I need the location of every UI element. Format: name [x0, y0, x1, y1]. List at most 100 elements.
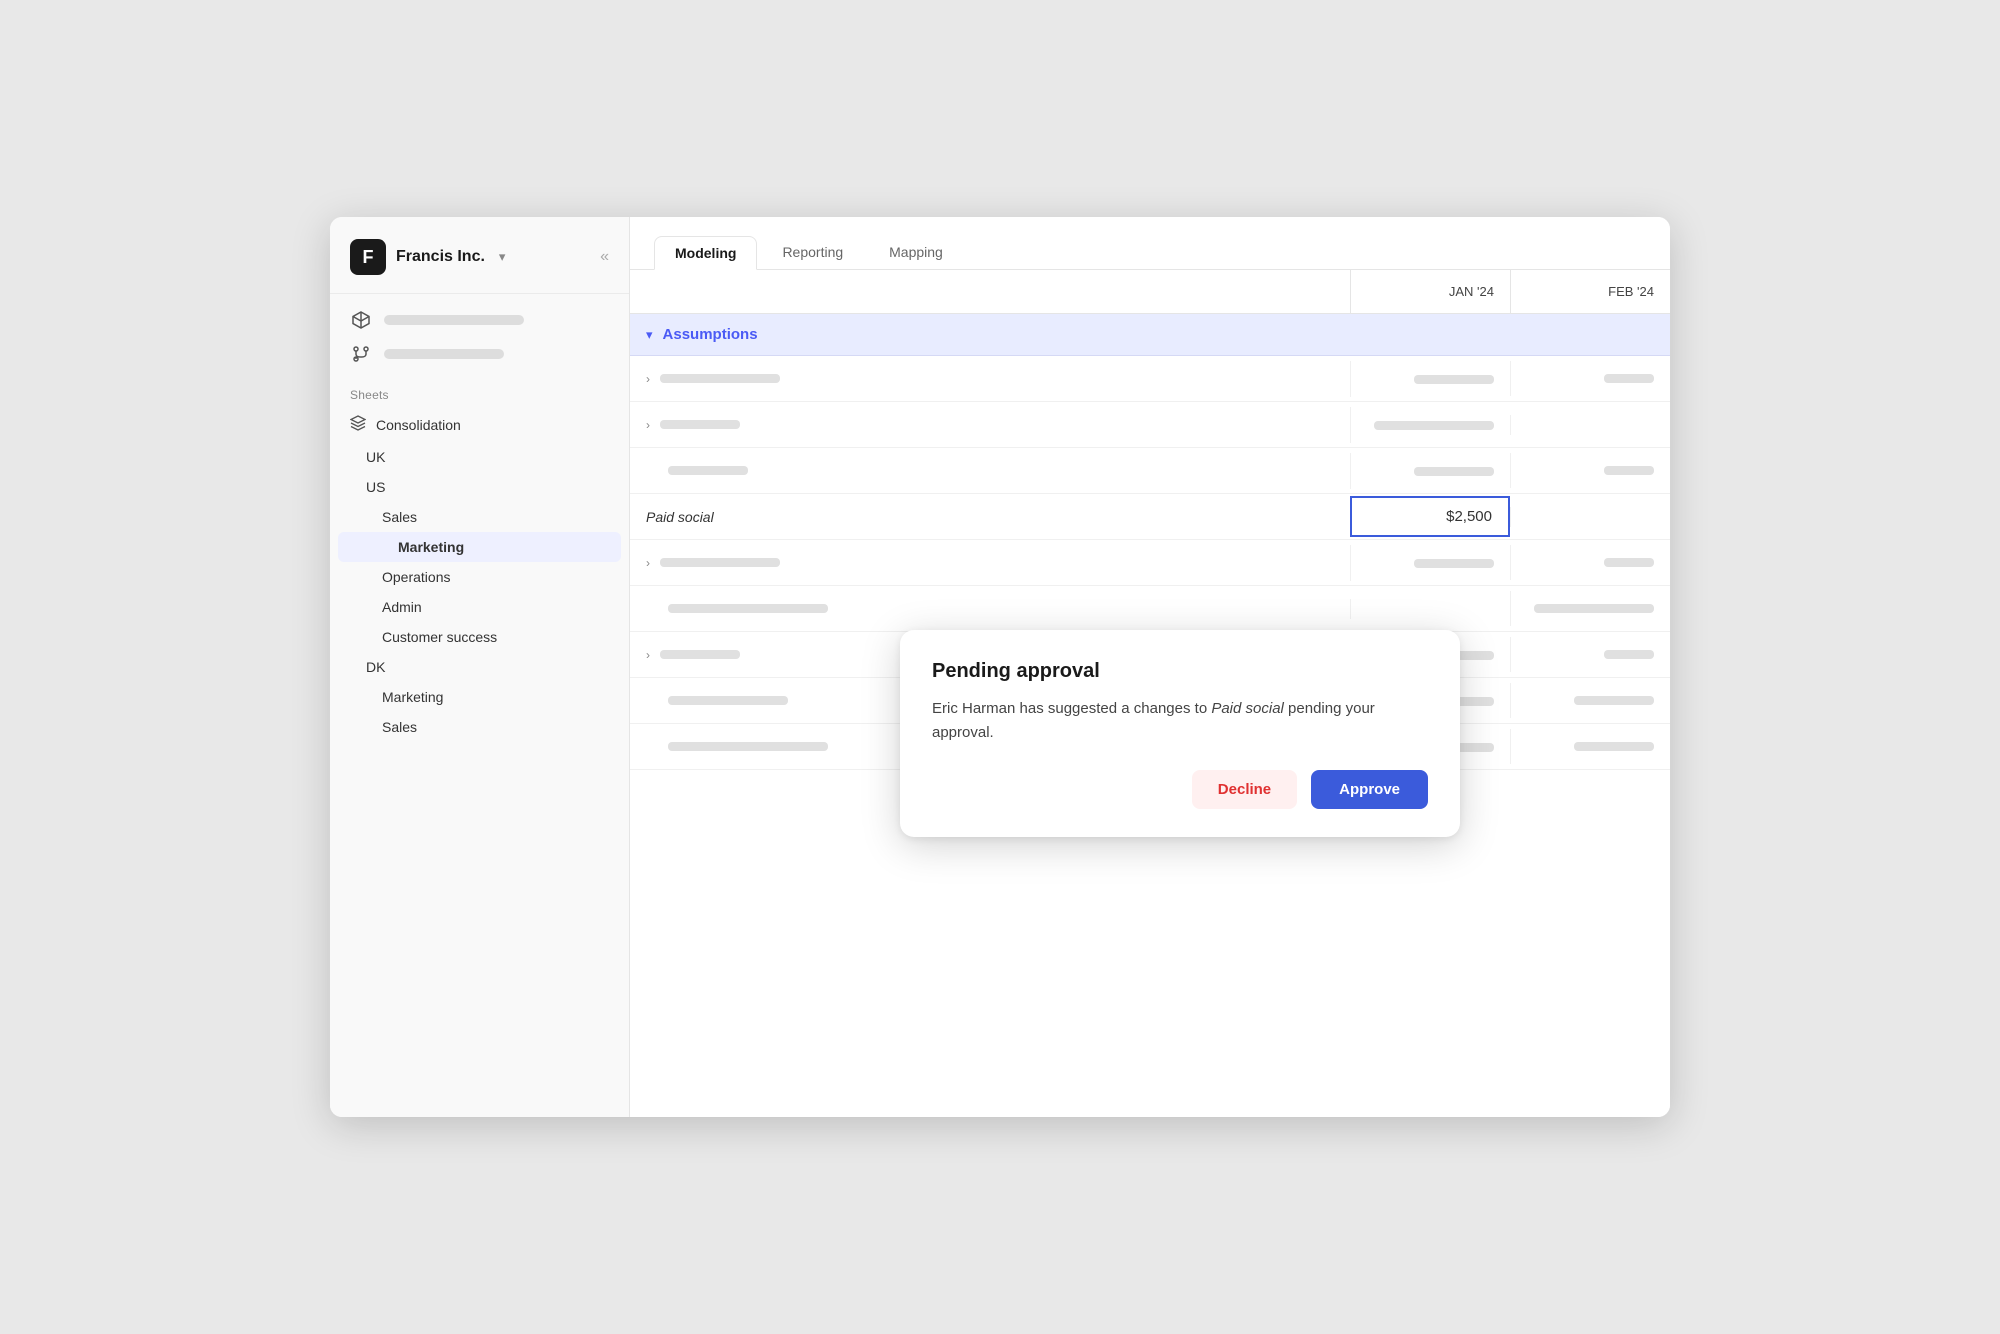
- marketing-dk-label: Marketing: [382, 689, 443, 705]
- row-expand-icon[interactable]: ›: [646, 556, 650, 570]
- value-skeleton-2: [1604, 466, 1654, 475]
- assumptions-chevron-icon: ▾: [646, 327, 653, 343]
- tab-reporting[interactable]: Reporting: [761, 235, 864, 269]
- assumptions-label: Assumptions: [663, 326, 758, 343]
- value-skeleton-2: [1604, 558, 1654, 567]
- nav-item-branch[interactable]: [350, 344, 609, 364]
- assumptions-row[interactable]: ▾ Assumptions: [630, 314, 1670, 356]
- col-header-label-cell: [630, 278, 1350, 306]
- nav-item-skeleton: [384, 315, 524, 325]
- row-value-jan: [1350, 545, 1510, 581]
- sidebar-item-uk[interactable]: UK: [330, 442, 629, 472]
- pending-approval-popup: Pending approval Eric Harman has suggest…: [900, 630, 1460, 837]
- nav-item-cube[interactable]: [350, 310, 609, 330]
- customer-success-label: Customer success: [382, 629, 497, 645]
- us-label: US: [366, 479, 385, 495]
- sidebar-item-consolidation[interactable]: Consolidation: [330, 408, 629, 442]
- row-value-feb: [1510, 683, 1670, 718]
- col-header-feb: FEB '24: [1510, 270, 1670, 313]
- popup-title: Pending approval: [932, 660, 1428, 683]
- row-label: ›: [630, 362, 1350, 396]
- sidebar-item-operations[interactable]: Operations: [330, 562, 629, 592]
- sidebar-item-sales-dk[interactable]: Sales: [330, 712, 629, 742]
- value-skeleton: [1374, 421, 1494, 430]
- row-value-feb: [1510, 361, 1670, 396]
- operations-label: Operations: [382, 569, 450, 585]
- sidebar-item-marketing-us[interactable]: Marketing: [338, 532, 621, 562]
- table-row: [630, 586, 1670, 632]
- sidebar-item-dk[interactable]: DK: [330, 652, 629, 682]
- row-value-jan: [1350, 453, 1510, 489]
- row-skeleton: [668, 466, 748, 475]
- tab-mapping[interactable]: Mapping: [868, 235, 964, 269]
- value-skeleton-2: [1574, 696, 1654, 705]
- value-skeleton: [1414, 467, 1494, 476]
- layers-icon: [350, 415, 366, 435]
- chevron-down-icon: ▾: [499, 249, 506, 265]
- popup-body-text: Eric Harman has suggested a changes to: [932, 700, 1211, 717]
- paid-social-label-cell: Paid social: [630, 499, 1350, 535]
- row-skeleton: [660, 558, 780, 567]
- sidebar-item-marketing-dk[interactable]: Marketing: [330, 682, 629, 712]
- popup-actions: Decline Approve: [932, 770, 1428, 809]
- main-content: Modeling Reporting Mapping JAN '24 FEB '…: [630, 217, 1670, 1117]
- paid-social-feb: [1510, 507, 1670, 527]
- row-label: [630, 594, 1350, 623]
- cube-icon: [350, 310, 372, 330]
- paid-social-value[interactable]: $2,500: [1350, 496, 1510, 537]
- sheets-section-label: Sheets: [330, 372, 629, 408]
- company-selector[interactable]: F Francis Inc. ▾: [350, 239, 505, 275]
- sidebar-nav-icons: [330, 294, 629, 372]
- row-value-feb: [1510, 415, 1670, 435]
- sidebar-item-sales[interactable]: Sales: [330, 502, 629, 532]
- sales-dk-label: Sales: [382, 719, 417, 735]
- decline-button[interactable]: Decline: [1192, 770, 1297, 809]
- column-headers: JAN '24 FEB '24: [630, 270, 1670, 314]
- row-skeleton: [660, 374, 780, 383]
- nav-item-skeleton-2: [384, 349, 504, 359]
- row-skeleton: [668, 696, 788, 705]
- row-value-jan: [1350, 361, 1510, 397]
- row-label: ›: [630, 408, 1350, 442]
- uk-label: UK: [366, 449, 385, 465]
- approve-button[interactable]: Approve: [1311, 770, 1428, 809]
- row-value-jan: [1350, 599, 1510, 619]
- table-row: ›: [630, 540, 1670, 586]
- row-expand-icon[interactable]: ›: [646, 418, 650, 432]
- sidebar-item-admin[interactable]: Admin: [330, 592, 629, 622]
- row-value-feb: [1510, 637, 1670, 672]
- tab-modeling[interactable]: Modeling: [654, 236, 757, 270]
- row-expand-icon[interactable]: ›: [646, 648, 650, 662]
- paid-social-label: Paid social: [646, 509, 714, 525]
- row-skeleton: [660, 650, 740, 659]
- row-label: [630, 456, 1350, 485]
- value-skeleton-2: [1574, 742, 1654, 751]
- paid-social-row: Paid social $2,500: [630, 494, 1670, 540]
- popup-italic-text: Paid social: [1211, 700, 1284, 717]
- value-skeleton-2: [1604, 374, 1654, 383]
- sidebar-item-customer-success[interactable]: Customer success: [330, 622, 629, 652]
- table-row: [630, 448, 1670, 494]
- row-value-feb: [1510, 545, 1670, 580]
- row-value-jan: [1350, 407, 1510, 443]
- sidebar-header: F Francis Inc. ▾ «: [330, 217, 629, 294]
- marketing-us-label: Marketing: [398, 539, 464, 555]
- row-label: ›: [630, 546, 1350, 580]
- company-name: Francis Inc.: [396, 248, 485, 266]
- sales-label: Sales: [382, 509, 417, 525]
- collapse-sidebar-icon[interactable]: «: [600, 248, 609, 266]
- popup-body: Eric Harman has suggested a changes to P…: [932, 697, 1428, 744]
- row-expand-icon[interactable]: ›: [646, 372, 650, 386]
- row-skeleton: [668, 604, 828, 613]
- table-row: ›: [630, 402, 1670, 448]
- spreadsheet-area: JAN '24 FEB '24 ▾ Assumptions › ›: [630, 270, 1670, 1117]
- branch-icon: [350, 344, 372, 364]
- table-row: ›: [630, 356, 1670, 402]
- row-skeleton: [668, 742, 828, 751]
- consolidation-label: Consolidation: [376, 417, 461, 433]
- row-value-feb: [1510, 453, 1670, 488]
- value-skeleton: [1414, 375, 1494, 384]
- company-logo: F: [350, 239, 386, 275]
- admin-label: Admin: [382, 599, 422, 615]
- sidebar-item-us[interactable]: US: [330, 472, 629, 502]
